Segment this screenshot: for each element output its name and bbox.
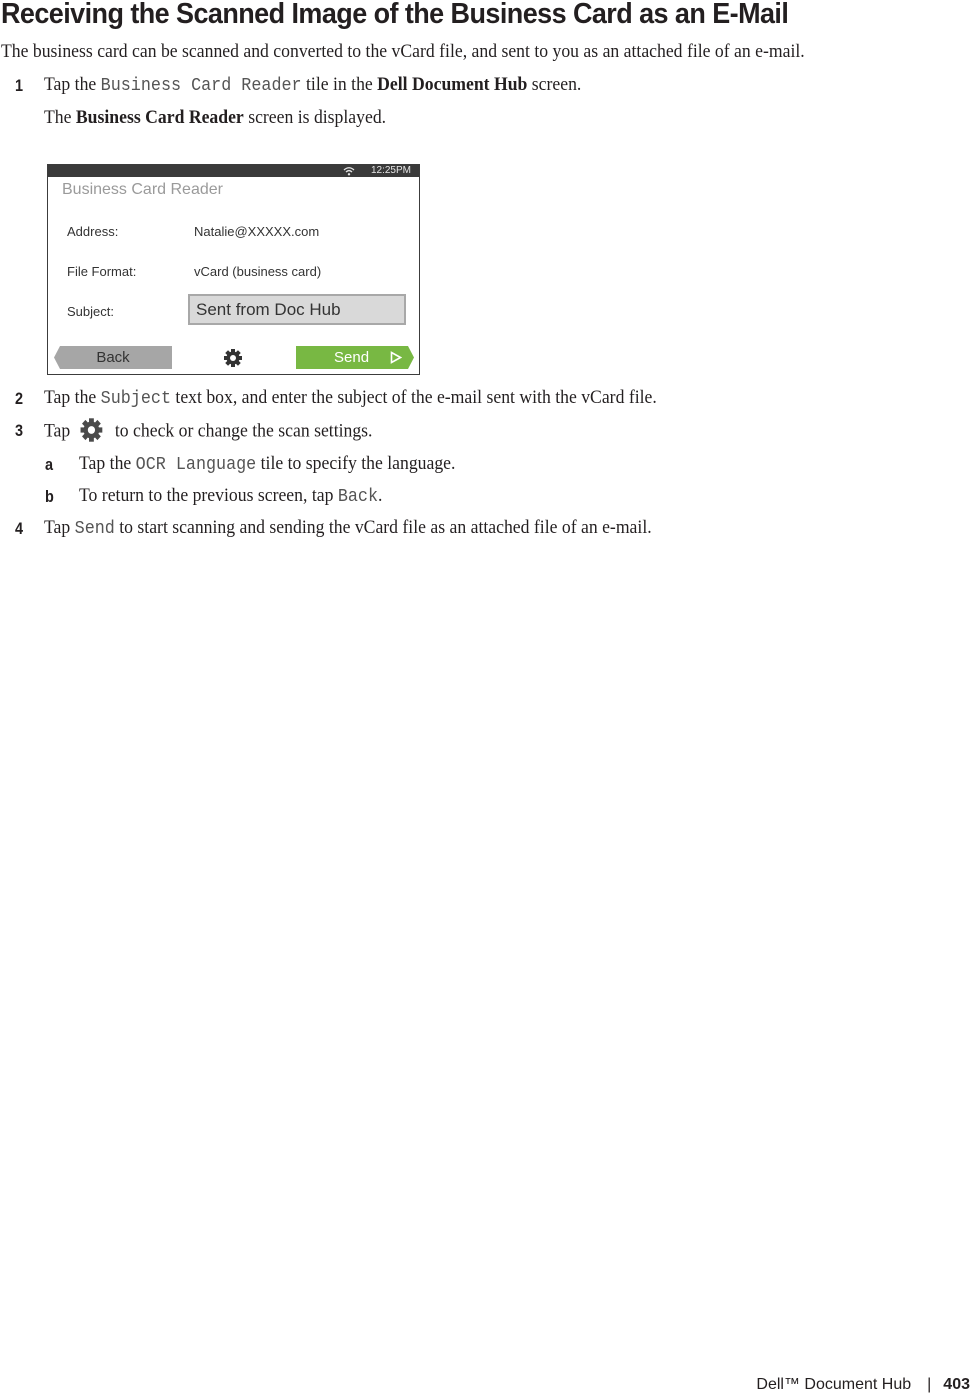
- wifi-icon: [343, 167, 355, 176]
- file-format-label: File Format:: [67, 264, 137, 279]
- step-1-result: The Business Card Reader screen is displ…: [44, 107, 386, 129]
- step-1-text: Tap the Business Card Reader tile in the…: [44, 74, 581, 96]
- play-arrow-icon: [390, 351, 402, 364]
- text: Tap: [44, 420, 71, 442]
- back-button[interactable]: Back: [54, 346, 172, 369]
- send-label: Send: [334, 349, 370, 366]
- text: screen is displayed.: [243, 107, 387, 128]
- text: Tap: [44, 517, 75, 538]
- subject-label: Subject:: [67, 304, 114, 319]
- text: Tap the: [44, 74, 101, 95]
- text: to check or change the scan settings.: [114, 420, 373, 442]
- substep-b-text: To return to the previous screen, tap Ba…: [79, 485, 382, 507]
- text: Tap the: [44, 387, 101, 408]
- text: To return to the previous screen, tap: [79, 485, 338, 506]
- subject-input[interactable]: Sent from Doc Hub: [188, 294, 406, 325]
- page-heading: Receiving the Scanned Image of the Busin…: [1, 0, 789, 30]
- text: tile in the: [301, 74, 378, 95]
- intro-paragraph: The business card can be scanned and con…: [1, 41, 805, 62]
- gear-icon: [80, 418, 103, 442]
- business-card-reader-screen: 12:25PM Business Card Reader Address: Na…: [47, 164, 420, 375]
- text: The: [44, 107, 76, 128]
- substep-letter: a: [45, 455, 54, 474]
- text: text box, and enter the subject of the e…: [171, 387, 657, 408]
- footer-separator: |: [927, 1376, 932, 1393]
- ui-term: OCR Language: [135, 455, 257, 475]
- text: .: [378, 485, 383, 506]
- address-value[interactable]: Natalie@XXXXX.com: [194, 224, 319, 239]
- ui-term: Subject: [100, 389, 172, 409]
- step-number: 2: [15, 389, 24, 408]
- status-time: 12:25PM: [370, 165, 411, 176]
- ui-term: Business Card Reader: [100, 76, 302, 96]
- file-format-value[interactable]: vCard (business card): [194, 264, 321, 279]
- ui-term-bold: Business Card Reader: [75, 107, 244, 128]
- page-footer: Dell™ Document Hub | 403: [756, 1376, 970, 1394]
- substep-letter: b: [45, 487, 54, 506]
- address-label: Address:: [67, 224, 119, 239]
- gear-icon[interactable]: [223, 348, 243, 368]
- page-number: 403: [943, 1376, 970, 1393]
- send-button[interactable]: Send: [296, 346, 414, 369]
- ui-term: Back: [337, 487, 379, 507]
- substep-a-text: Tap the OCR Language tile to specify the…: [79, 453, 455, 475]
- step-2-text: Tap the Subject text box, and enter the …: [44, 387, 657, 409]
- text: screen.: [527, 74, 582, 95]
- step-3-text: Tap to check or change the scan settings…: [44, 418, 373, 445]
- step-number: 4: [15, 519, 24, 538]
- text: Tap the: [79, 453, 136, 474]
- screen-title: Business Card Reader: [62, 181, 223, 198]
- step-number: 1: [15, 76, 24, 95]
- footer-product: Dell™ Document Hub: [756, 1376, 912, 1393]
- text: tile to specify the language.: [256, 453, 456, 474]
- text: to start scanning and sending the vCard …: [114, 517, 652, 538]
- step-number: 3: [15, 421, 24, 440]
- ui-term: Send: [74, 519, 115, 539]
- ui-term-bold: Dell Document Hub: [377, 74, 528, 95]
- status-bar: 12:25PM: [48, 165, 419, 177]
- step-4-text: Tap Send to start scanning and sending t…: [44, 517, 652, 539]
